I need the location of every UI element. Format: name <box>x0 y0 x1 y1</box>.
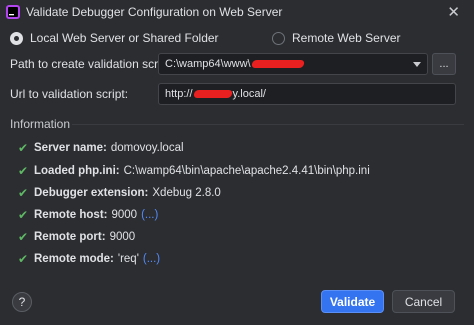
info-value: 9000 <box>111 209 138 221</box>
check-icon: ✔ <box>18 230 29 244</box>
radio-local-server[interactable]: Local Web Server or Shared Folder <box>10 31 219 45</box>
phpstorm-app-icon <box>6 5 20 19</box>
cancel-button[interactable]: Cancel <box>392 290 455 313</box>
chevron-down-icon[interactable] <box>413 62 421 67</box>
info-value: 'req' <box>117 253 139 265</box>
redaction-mark <box>192 90 233 98</box>
information-title: Information <box>10 117 71 131</box>
info-key: Loaded php.ini: <box>34 165 120 177</box>
remote-host-details-link[interactable]: (...) <box>141 209 158 221</box>
check-icon: ✔ <box>18 252 29 266</box>
radio-remote-label: Remote Web Server <box>292 31 401 45</box>
radio-remote-server[interactable]: Remote Web Server <box>272 31 401 45</box>
browse-button[interactable]: ... <box>432 53 456 75</box>
help-button[interactable]: ? <box>12 292 32 312</box>
info-key: Remote host: <box>34 209 108 221</box>
url-input[interactable]: http:// y.local/ <box>158 83 456 105</box>
info-row-remote-port: ✔ Remote port: 9000 <box>18 230 135 244</box>
check-icon: ✔ <box>18 141 29 155</box>
url-label: Url to validation script: <box>10 87 129 101</box>
info-value: Xdebug 2.8.0 <box>152 187 221 199</box>
info-key: Server name: <box>34 142 107 154</box>
window-title: Validate Debugger Configuration on Web S… <box>26 5 283 19</box>
url-prefix: http:// <box>165 88 193 100</box>
close-icon[interactable]: ✕ <box>447 3 460 21</box>
info-value: domovoy.local <box>110 142 184 154</box>
remote-mode-details-link[interactable]: (...) <box>143 253 160 265</box>
info-key: Remote port: <box>34 231 106 243</box>
info-value: 9000 <box>109 231 136 243</box>
validate-button[interactable]: Validate <box>321 290 384 313</box>
info-row-remote-host: ✔ Remote host: 9000 (...) <box>18 208 158 222</box>
path-label: Path to create validation script: <box>10 57 175 71</box>
info-value: C:\wamp64\bin\apache\apache2.4.41\bin\ph… <box>123 165 370 177</box>
radio-button-unchecked[interactable] <box>272 31 285 45</box>
info-row-remote-mode: ✔ Remote mode: 'req' (...) <box>18 252 160 266</box>
info-key: Debugger extension: <box>34 187 149 199</box>
radio-button-checked[interactable] <box>10 31 23 45</box>
info-row-php-ini: ✔ Loaded php.ini: C:\wamp64\bin\apache\a… <box>18 164 370 178</box>
url-suffix: y.local/ <box>232 88 266 100</box>
path-value: C:\wamp64\www\ <box>165 58 251 70</box>
redaction-mark <box>250 60 305 68</box>
section-divider <box>72 124 464 125</box>
path-combo-box[interactable]: C:\wamp64\www\ <box>158 53 428 75</box>
title-bar: Validate Debugger Configuration on Web S… <box>0 0 474 24</box>
info-key: Remote mode: <box>34 253 114 265</box>
radio-local-label: Local Web Server or Shared Folder <box>30 31 219 45</box>
check-icon: ✔ <box>18 208 29 222</box>
check-icon: ✔ <box>18 164 29 178</box>
info-row-server-name: ✔ Server name: domovoy.local <box>18 141 184 155</box>
info-row-debugger-extension: ✔ Debugger extension: Xdebug 2.8.0 <box>18 186 221 200</box>
check-icon: ✔ <box>18 186 29 200</box>
